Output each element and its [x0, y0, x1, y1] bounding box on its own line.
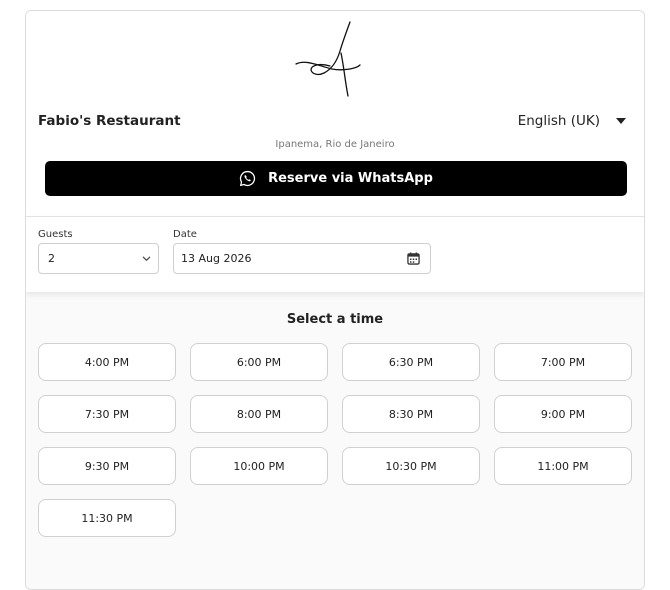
- time-slot[interactable]: 11:00 PM: [494, 447, 632, 485]
- time-slot[interactable]: 6:30 PM: [342, 343, 480, 381]
- time-slot[interactable]: 4:00 PM: [38, 343, 176, 381]
- guests-label: Guests: [38, 229, 73, 240]
- time-slot[interactable]: 7:00 PM: [494, 343, 632, 381]
- restaurant-name: Fabio's Restaurant: [38, 113, 181, 129]
- time-slot[interactable]: 7:30 PM: [38, 395, 176, 433]
- times-title: Select a time: [286, 312, 384, 327]
- guests-select[interactable]: 2: [38, 243, 159, 274]
- time-slot[interactable]: 11:30 PM: [38, 499, 176, 537]
- time-slot[interactable]: 9:00 PM: [494, 395, 632, 433]
- whatsapp-icon: [239, 170, 256, 187]
- booking-form: Guests 2 Date 13 Aug 2026: [26, 216, 644, 292]
- header: Fabio's Restaurant English (UK) Ipanema,…: [26, 11, 644, 217]
- time-slot[interactable]: 8:00 PM: [190, 395, 328, 433]
- time-slot[interactable]: 9:30 PM: [38, 447, 176, 485]
- guests-value: 2: [48, 252, 55, 265]
- language-label: English (UK): [517, 113, 600, 129]
- time-slot[interactable]: 10:00 PM: [190, 447, 328, 485]
- date-label: Date: [173, 229, 197, 240]
- caret-down-icon: [616, 118, 626, 124]
- time-slot[interactable]: 8:30 PM: [342, 395, 480, 433]
- reserve-whatsapp-label: Reserve via WhatsApp: [268, 171, 433, 186]
- calendar-icon[interactable]: [407, 252, 420, 265]
- date-value: 13 Aug 2026: [181, 252, 252, 265]
- booking-card: Fabio's Restaurant English (UK) Ipanema,…: [25, 10, 645, 590]
- date-input[interactable]: 13 Aug 2026: [173, 243, 431, 274]
- language-selector[interactable]: English (UK): [518, 113, 626, 129]
- reserve-whatsapp-button[interactable]: Reserve via WhatsApp: [45, 161, 627, 196]
- restaurant-location: Ipanema, Rio de Janeiro: [275, 139, 395, 150]
- time-slot[interactable]: 10:30 PM: [342, 447, 480, 485]
- time-slot[interactable]: 6:00 PM: [190, 343, 328, 381]
- time-selection: Select a time 4:00 PM 6:00 PM 6:30 PM 7:…: [26, 292, 644, 589]
- chevron-down-icon: [142, 256, 151, 261]
- signature-logo-icon: [295, 21, 361, 97]
